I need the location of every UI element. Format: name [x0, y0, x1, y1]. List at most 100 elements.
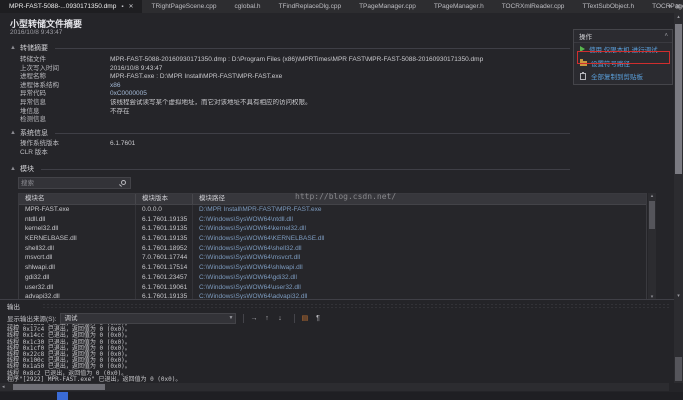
word-wrap-icon[interactable]: ¶ — [312, 313, 323, 324]
column-header-module-version[interactable]: 模块版本 — [136, 194, 193, 204]
pin-icon[interactable]: ▪ — [121, 4, 123, 10]
module-row[interactable]: KERNELBASE.dll6.1.7601.19135C:\Windows\S… — [19, 234, 646, 244]
search-icon[interactable] — [121, 180, 126, 185]
output-toolbar: 显示输出来源(S): 调试 ▼ → ↑ ↓ ▤ ¶ — [0, 311, 683, 325]
titlebar-grip — [42, 303, 669, 308]
chevron-down-icon[interactable]: ▾ — [668, 3, 671, 10]
tab-label: TRightPageScene.cpp — [151, 3, 216, 10]
document-tab-bar: MPR-FAST-5088-...0930171350.dmp ▪ ✕ TRig… — [0, 0, 683, 13]
scrollbar-thumb[interactable] — [675, 24, 682, 174]
next-message-icon[interactable]: ↓ — [274, 313, 285, 324]
clipboard-icon — [580, 73, 586, 80]
red-annotation-box — [577, 51, 670, 64]
section-system-info-header[interactable]: ▲ 系统信息 — [10, 128, 570, 138]
page-timestamp: 2016/10/8 9:43:47 — [10, 29, 62, 36]
status-bar — [0, 392, 683, 400]
tab-label: TFindReplaceDlg.cpp — [279, 3, 342, 10]
output-log[interactable]: 线程 0x1688 已退出，返回值为 0 (0x0)。 线程 0x17c4 已退… — [7, 324, 669, 382]
goto-source-icon[interactable]: → — [248, 313, 259, 324]
module-search-input[interactable] — [21, 178, 116, 188]
output-source-value: 调试 — [64, 315, 77, 322]
actions-panel: 操作 ˄ 使用 仅限本机 进行调试 设置符号路径 全部复制到剪贴板 — [573, 29, 673, 85]
summary-field-row: 异常代码0xC0000005 — [20, 90, 570, 99]
output-source-dropdown[interactable]: 调试 ▼ — [60, 313, 236, 324]
tab-file-4[interactable]: TPageManager.cpp — [350, 0, 425, 13]
summary-field-row: 操作系统版本6.1.7601 — [20, 140, 570, 149]
output-title: 输出 — [7, 301, 20, 311]
section-modules-header[interactable]: ▲ 模块 — [10, 164, 570, 174]
summary-field-row: 转储文件MPR-FAST-5088-20160930171350.dmp : D… — [20, 56, 570, 65]
page-scrollbar[interactable]: ▴ ▾ — [674, 13, 683, 300]
system-info-fields: 操作系统版本6.1.7601 CLR 版本 — [20, 140, 570, 157]
module-row[interactable]: msvcrt.dll7.0.7601.17744C:\Windows\SysWO… — [19, 253, 646, 263]
tab-dump-file[interactable]: MPR-FAST-5088-...0930171350.dmp ▪ ✕ — [0, 0, 142, 13]
window-list-icon[interactable]: ▣ — [675, 3, 681, 10]
modules-table: 模块名 模块版本 模块路径 MPR-FAST.exe0.0.0.0D:\MPR … — [18, 193, 647, 300]
prev-message-icon[interactable]: ↑ — [261, 313, 272, 324]
section-rule — [41, 169, 570, 170]
clear-all-icon[interactable]: ▤ — [299, 313, 310, 324]
actions-title: 操作 — [579, 31, 592, 41]
module-row[interactable]: MPR-FAST.exe0.0.0.0D:\MPR Install\MPR-FA… — [19, 205, 646, 215]
output-horizontal-scrollbar[interactable]: ◂ — [0, 383, 669, 391]
module-search-box — [18, 177, 131, 189]
section-rule — [55, 133, 570, 134]
output-titlebar[interactable]: 输出 — [0, 300, 683, 311]
summary-field-row: 进程体系结构x86 — [20, 82, 570, 91]
status-indicator — [57, 392, 68, 400]
chevron-down-icon: ▼ — [229, 314, 234, 323]
module-row[interactable]: shlwapi.dll6.1.7601.17514C:\Windows\SysW… — [19, 263, 646, 273]
collapse-arrow-icon: ▲ — [10, 166, 16, 172]
section-title: 系统信息 — [20, 128, 48, 138]
summary-field-row: CLR 版本 — [20, 149, 570, 158]
tab-label: cglobal.h — [235, 3, 261, 10]
column-header-module-name[interactable]: 模块名 — [19, 194, 136, 204]
tab-file-1[interactable]: TRightPageScene.cpp — [142, 0, 225, 13]
tab-label: TPageManager.cpp — [359, 3, 416, 10]
chevron-up-icon[interactable]: ˄ — [664, 33, 668, 39]
actions-panel-header[interactable]: 操作 ˄ — [574, 30, 672, 43]
summary-field-row: 上次写入时间2016/10/8 9:43:47 — [20, 65, 570, 74]
toolbar-separator — [243, 314, 244, 323]
scrollbar-thumb[interactable] — [675, 357, 682, 381]
vs-window: MPR-FAST-5088-...0930171350.dmp ▪ ✕ TRig… — [0, 0, 683, 400]
section-title: 模块 — [20, 164, 34, 174]
tab-file-5[interactable]: TPageManager.h — [425, 0, 493, 13]
section-rule — [55, 48, 570, 49]
tab-label: TOCRXmlReader.cpp — [502, 3, 565, 10]
module-row[interactable]: user32.dll6.1.7601.19061C:\Windows\SysWO… — [19, 283, 646, 293]
module-row[interactable]: shell32.dll6.1.7601.18952C:\Windows\SysW… — [19, 244, 646, 254]
scrollbar-thumb[interactable] — [13, 384, 105, 390]
summary-field-row: 堆信息不存在 — [20, 108, 570, 117]
tab-label: MPR-FAST-5088-...0930171350.dmp — [9, 3, 116, 10]
scroll-down-icon[interactable]: ▾ — [674, 293, 683, 299]
tab-file-3[interactable]: TFindReplaceDlg.cpp — [270, 0, 351, 13]
tab-file-2[interactable]: cglobal.h — [226, 0, 270, 13]
output-line: 程序"[2922] MPR-FAST.exe" 已退出，返回值为 0 (0x0)… — [7, 377, 669, 382]
tab-file-7[interactable]: TTextSubObject.h — [573, 0, 643, 13]
tab-label: TTextSubObject.h — [582, 3, 634, 10]
dump-summary-fields: 转储文件MPR-FAST-5088-20160930171350.dmp : D… — [20, 56, 570, 125]
section-title: 转储摘要 — [20, 43, 48, 53]
column-header-module-path[interactable]: 模块路径 — [193, 194, 646, 204]
module-row[interactable]: kernel32.dll6.1.7601.19135C:\Windows\Sys… — [19, 224, 646, 234]
tab-file-6[interactable]: TOCRXmlReader.cpp — [493, 0, 574, 13]
output-source-label: 显示输出来源(S): — [7, 313, 56, 323]
modules-table-scrollbar[interactable]: ▴ ▾ — [648, 193, 656, 300]
summary-field-row: 异常信息该线程尝试读写某个虚拟地址，而它对该地址不具有相应的访问权限。 — [20, 99, 570, 108]
output-vertical-scrollbar[interactable] — [674, 300, 683, 383]
tab-label: TPageManager.h — [434, 3, 484, 10]
module-row[interactable]: ntdll.dll6.1.7601.19135C:\Windows\SysWOW… — [19, 215, 646, 225]
summary-field-row: 检测信息 — [20, 116, 570, 125]
action-copy-all-to-clipboard[interactable]: 全部复制到剪贴板 — [580, 71, 643, 81]
scroll-left-icon[interactable]: ◂ — [2, 383, 5, 391]
collapse-arrow-icon: ▲ — [10, 45, 16, 51]
module-row[interactable]: gdi32.dll6.1.7601.23457C:\Windows\SysWOW… — [19, 273, 646, 283]
output-window: 输出 显示输出来源(S): 调试 ▼ → ↑ ↓ ▤ ¶ 线程 0x1688 已… — [0, 300, 683, 392]
scrollbar-thumb[interactable] — [649, 201, 655, 229]
scroll-up-icon[interactable]: ▴ — [674, 14, 683, 20]
section-dump-summary-header[interactable]: ▲ 转储摘要 — [10, 43, 570, 53]
module-row[interactable]: advapi32.dll6.1.7601.19135C:\Windows\Sys… — [19, 292, 646, 300]
close-icon[interactable]: ✕ — [128, 3, 133, 10]
scroll-up-icon[interactable]: ▴ — [648, 193, 656, 199]
